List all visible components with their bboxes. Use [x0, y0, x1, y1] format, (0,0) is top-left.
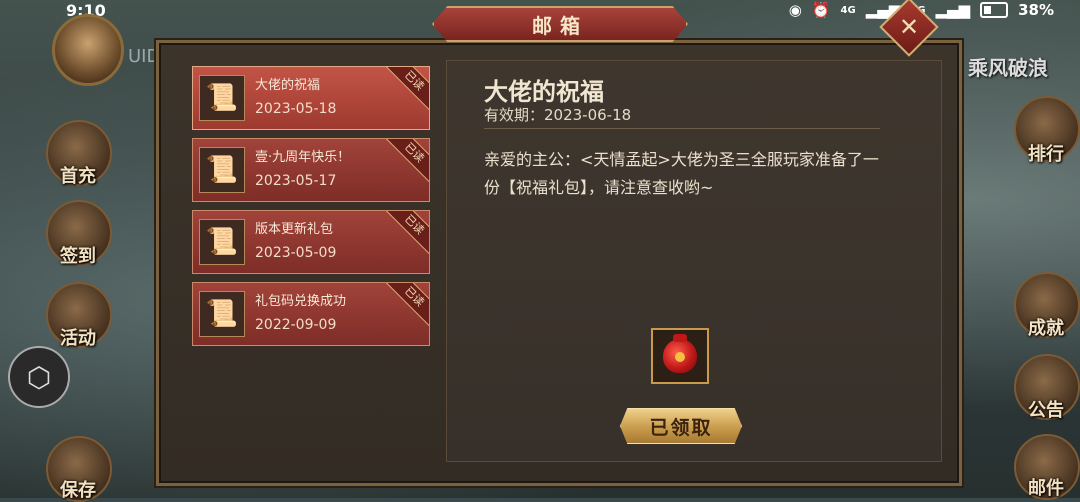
- notice-label: 公告: [1028, 400, 1064, 421]
- read-badge: 已读: [383, 139, 429, 184]
- close-icon: ✕: [898, 12, 920, 41]
- mail-validity: 有效期：2023-06-18: [484, 106, 632, 124]
- battery-level: 38%: [1018, 1, 1054, 19]
- claimed-button[interactable]: 已领取: [620, 408, 742, 444]
- mail-list-item[interactable]: 📜 大佬的祝福 2023-05-18 已读: [192, 66, 430, 130]
- mail-list-item[interactable]: 📜 壹·九周年快乐！ 2023-05-17 已读: [192, 138, 430, 202]
- read-badge: 已读: [383, 67, 429, 112]
- read-badge: 已读: [383, 283, 429, 328]
- mail-date: 2023-05-09: [255, 245, 337, 261]
- floating-tool-button[interactable]: ⬡: [8, 346, 70, 408]
- mail-date: 2023-05-18: [255, 101, 337, 117]
- mail-list-item[interactable]: 📜 版本更新礼包 2023-05-09 已读: [192, 210, 430, 274]
- mail-body: 亲爱的主公：<天情孟起>大佬为圣三全服玩家准备了一份【祝福礼包】，请注意查收哟~: [484, 150, 879, 197]
- achievement-label: 成就: [1028, 318, 1064, 339]
- battery-icon: [980, 2, 1009, 18]
- cube-icon: ⬡: [26, 360, 52, 394]
- right-title: 乘风破浪: [968, 56, 1048, 80]
- mailbox-title: 邮箱: [432, 6, 688, 42]
- scroll-icon: 📜: [199, 291, 245, 337]
- scroll-icon: 📜: [199, 219, 245, 265]
- avatar[interactable]: [52, 14, 124, 86]
- reward-item[interactable]: [651, 328, 709, 384]
- sign-in-label: 签到: [60, 246, 96, 267]
- mail-list-item[interactable]: 📜 礼包码兑换成功 2022-09-09 已读: [192, 282, 430, 346]
- mail-date: 2023-05-17: [255, 173, 337, 189]
- ranking-label: 排行: [1028, 144, 1064, 165]
- mail-label: 邮件: [1028, 478, 1064, 499]
- save-label: 保存: [60, 480, 96, 501]
- mail-subject: 版本更新礼包: [255, 222, 334, 237]
- red-lucky-bag-icon: [663, 334, 697, 373]
- mail-subject: 壹·九周年快乐！: [255, 150, 351, 165]
- first-charge-label: 首充: [60, 166, 96, 187]
- read-badge: 已读: [383, 211, 429, 256]
- signal-icon-a: 4G: [840, 4, 856, 16]
- divider: [484, 128, 880, 129]
- scroll-icon: 📜: [199, 75, 245, 121]
- signal-bars-icon-b: ▂▄▆: [935, 1, 971, 19]
- scroll-icon: 📜: [199, 147, 245, 193]
- mail-subject: 大佬的祝福: [255, 78, 321, 93]
- mail-date: 2022-09-09: [255, 317, 337, 333]
- mail-subject: 礼包码兑换成功: [255, 294, 347, 309]
- mail-detail-title: 大佬的祝福: [484, 78, 604, 106]
- activity-label: 活动: [60, 328, 96, 349]
- eye-icon: ◉: [788, 1, 802, 19]
- alarm-icon: ⏰: [811, 1, 831, 19]
